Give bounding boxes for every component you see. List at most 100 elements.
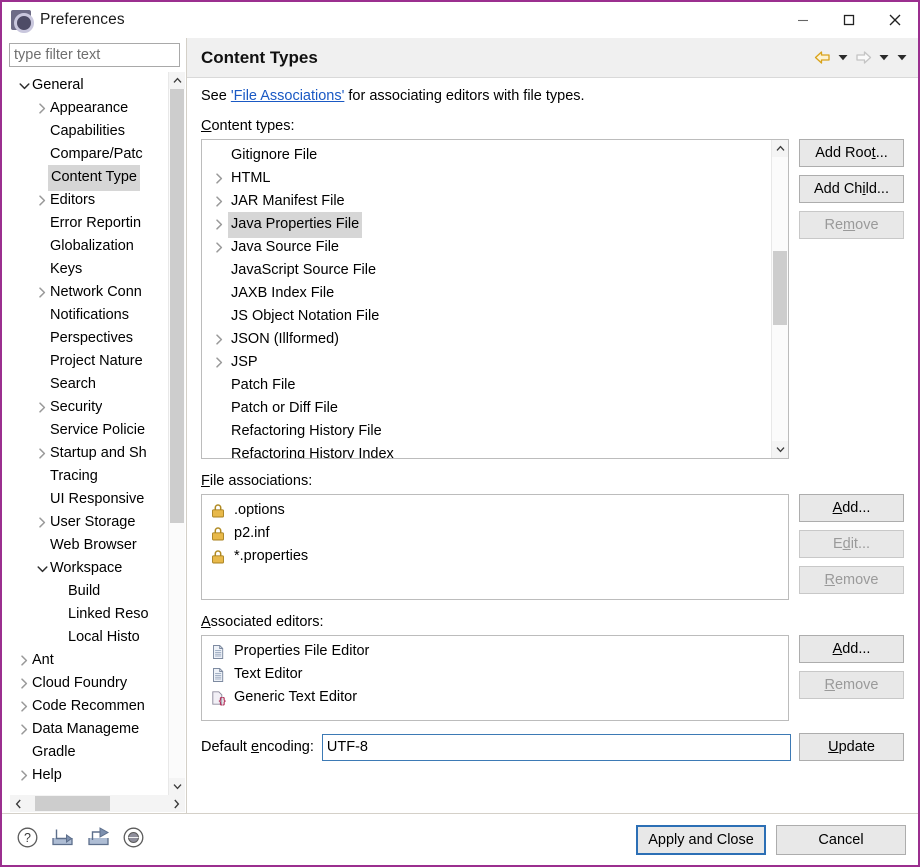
chevron-right-icon[interactable] [34,97,50,120]
scroll-right-icon[interactable] [168,799,185,809]
sidebar-item-data-manageme[interactable]: Data Manageme [10,718,168,741]
sidebar-item-editors[interactable]: Editors [10,189,168,212]
import-icon[interactable] [50,826,75,853]
file-associations-items[interactable]: .options p2.inf *.properties [202,495,788,599]
sidebar-item-build[interactable]: Build [10,580,168,603]
associated-editors-items[interactable]: Properties File Editor Text Editor {} Gener… [202,636,788,720]
content-type-row[interactable]: Refactoring History File [202,420,771,443]
sidebar-item-local-histo[interactable]: Local Histo [10,626,168,649]
chevron-right-icon[interactable] [16,718,32,741]
chevron-right-icon[interactable] [34,511,50,534]
sidebar-item-security[interactable]: Security [10,396,168,419]
sidebar-scroll-thumb[interactable] [170,89,184,524]
forward-history-chevron-down-icon[interactable] [875,45,892,71]
cancel-button[interactable]: Cancel [776,824,906,855]
chevron-right-icon[interactable] [210,173,228,184]
update-button[interactable]: Update [799,733,904,761]
file-association-row[interactable]: .options [202,499,788,522]
scroll-up-icon[interactable] [169,72,185,89]
sidebar-item-compare-patc[interactable]: Compare/Patc [10,143,168,166]
content-type-row[interactable]: JAXB Index File [202,282,771,305]
chevron-right-icon[interactable] [34,281,50,304]
content-type-row[interactable]: Gitignore File [202,144,771,167]
content-types-scrollbar[interactable] [771,140,788,458]
file-association-row[interactable]: *.properties [202,545,788,568]
chevron-down-icon[interactable] [16,74,32,97]
sidebar-item-code-recommen[interactable]: Code Recommen [10,695,168,718]
scroll-up-icon[interactable] [772,140,788,157]
scroll-down-icon[interactable] [169,778,185,795]
chevron-down-icon[interactable] [34,557,50,580]
preferences-tree[interactable]: General Appearance Capabilities Compare/Pat… [10,72,168,795]
chevron-right-icon[interactable] [16,764,32,787]
sidebar-scroll-track[interactable] [169,89,185,778]
sidebar-vertical-scrollbar[interactable] [168,72,185,795]
content-type-row[interactable]: Java Source File [202,236,771,259]
sidebar-item-ant[interactable]: Ant [10,649,168,672]
sidebar-item-appearance[interactable]: Appearance [10,97,168,120]
content-type-row[interactable]: JavaScript Source File [202,259,771,282]
back-arrow-icon[interactable] [811,45,833,71]
chevron-right-icon[interactable] [210,219,228,230]
sidebar-item-project-nature[interactable]: Project Nature [10,350,168,373]
back-history-chevron-down-icon[interactable] [834,45,851,71]
sidebar-item-gradle[interactable]: Gradle [10,741,168,764]
content-types-scroll-thumb[interactable] [773,250,787,325]
chevron-right-icon[interactable] [210,334,228,345]
chevron-right-icon[interactable] [34,189,50,212]
sidebar-item-web-browser[interactable]: Web Browser [10,534,168,557]
content-type-row[interactable]: Patch or Diff File [202,397,771,420]
associated-editor-row[interactable]: Text Editor [202,663,788,686]
content-types-items[interactable]: Gitignore File HTML JAR Manifest File Java … [202,140,771,458]
sidebar-item-perspectives[interactable]: Perspectives [10,327,168,350]
content-type-row[interactable]: JSP [202,351,771,374]
chevron-right-icon[interactable] [34,442,50,465]
content-types-scroll-track[interactable] [772,157,788,441]
chevron-right-icon[interactable] [210,357,228,368]
associated-editors-listbox[interactable]: Properties File Editor Text Editor {} Gener… [201,635,789,721]
file-associations-add-button[interactable]: Add... [799,494,904,522]
associated-editor-row[interactable]: {} Generic Text Editor [202,686,788,709]
sidebar-item-error-reportin[interactable]: Error Reportin [10,212,168,235]
sidebar-hscroll-thumb[interactable] [35,796,111,811]
sidebar-item-help[interactable]: Help [10,764,168,787]
restore-defaults-icon[interactable] [122,826,145,853]
content-type-row[interactable]: JAR Manifest File [202,190,771,213]
view-menu-chevron-down-icon[interactable] [893,45,910,71]
chevron-right-icon[interactable] [210,196,228,207]
sidebar-item-content-type[interactable]: Content Type [10,164,168,191]
content-type-row[interactable]: Refactoring History Index [202,443,771,459]
chevron-right-icon[interactable] [16,672,32,695]
sidebar-item-ui-responsive[interactable]: UI Responsive [10,488,168,511]
maximize-icon[interactable] [826,2,872,37]
chevron-right-icon[interactable] [34,396,50,419]
sidebar-item-general[interactable]: General [10,74,168,97]
file-associations-link[interactable]: 'File Associations' [231,88,345,104]
chevron-right-icon[interactable] [16,695,32,718]
content-type-row[interactable]: JS Object Notation File [202,305,771,328]
chevron-right-icon[interactable] [210,242,228,253]
content-types-add-child-button[interactable]: Add Ch i ld... [799,175,904,203]
sidebar-item-search[interactable]: Search [10,373,168,396]
file-association-row[interactable]: p2.inf [202,522,788,545]
sidebar-item-cloud-foundry[interactable]: Cloud Foundry [10,672,168,695]
apply-and-close-button[interactable]: Apply and Close [636,824,766,855]
search-input[interactable] [9,43,180,67]
content-type-row[interactable]: JSON (Illformed) [202,328,771,351]
sidebar-item-globalization[interactable]: Globalization [10,235,168,258]
sidebar-item-keys[interactable]: Keys [10,258,168,281]
content-type-row[interactable]: Java Properties File [202,211,771,238]
sidebar-hscroll-track[interactable] [27,795,168,812]
associated-editors-add-button[interactable]: Add... [799,635,904,663]
associated-editor-row[interactable]: Properties File Editor [202,640,788,663]
sidebar-item-notifications[interactable]: Notifications [10,304,168,327]
default-encoding-input[interactable] [321,733,791,761]
sidebar-item-service-policie[interactable]: Service Policie [10,419,168,442]
chevron-right-icon[interactable] [16,649,32,672]
content-types-add-root-button[interactable]: Add Roo t... [799,139,904,167]
content-types-listbox[interactable]: Gitignore File HTML JAR Manifest File Java … [201,139,789,459]
scroll-left-icon[interactable] [10,799,27,809]
close-icon[interactable] [872,2,918,37]
help-icon[interactable]: ? [16,826,39,853]
content-type-row[interactable]: Patch File [202,374,771,397]
